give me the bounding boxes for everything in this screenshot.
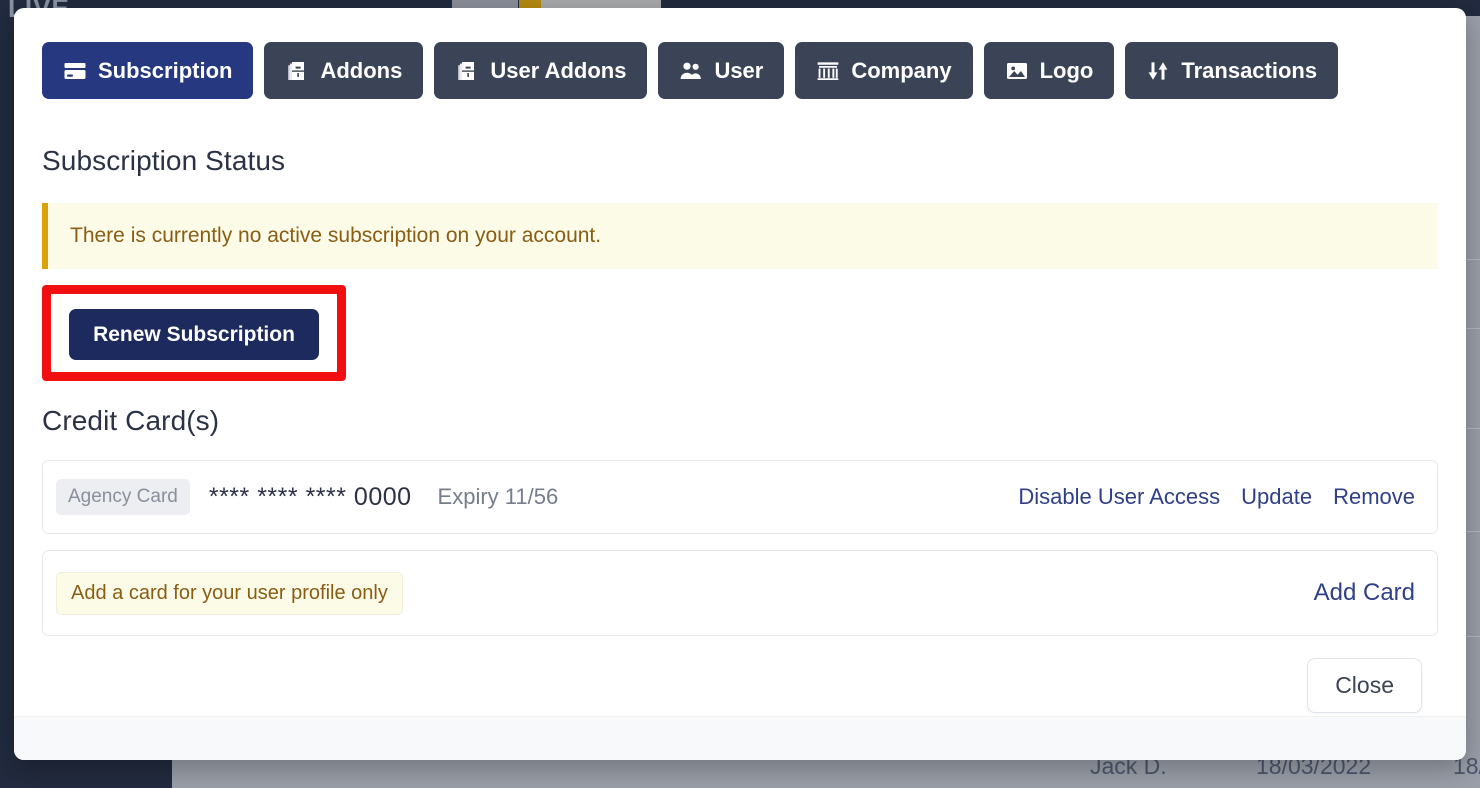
arrows-up-down-icon [1146, 59, 1170, 83]
tab-user[interactable]: User [658, 42, 785, 99]
tab-label: Logo [1039, 57, 1094, 83]
card-number: **** **** **** 0000 [208, 482, 412, 511]
tab-label: Transactions [1181, 57, 1318, 83]
add-card-row: Add a card for your user profile only Ad… [42, 550, 1438, 636]
tab-label: Company [851, 57, 952, 83]
modal-footer [14, 716, 1466, 760]
tab-label: User Addons [490, 57, 627, 83]
tab-transactions[interactable]: Transactions [1125, 42, 1339, 99]
renew-subscription-button[interactable]: Renew Subscription [69, 309, 319, 360]
archive-boxes-icon [285, 59, 309, 83]
add-card-link[interactable]: Add Card [1314, 579, 1415, 607]
remove-card-link[interactable]: Remove [1333, 484, 1415, 510]
tab-logo[interactable]: Logo [983, 42, 1115, 99]
tab-label: User [714, 57, 764, 83]
storefront-icon [816, 59, 840, 83]
no-subscription-alert: There is currently no active subscriptio… [42, 203, 1438, 269]
card-type-badge: Agency Card [56, 479, 190, 515]
users-icon [679, 59, 703, 83]
disable-user-access-link[interactable]: Disable User Access [1018, 484, 1220, 510]
renew-subscription-area: Renew Subscription [42, 285, 346, 381]
tab-label: Subscription [98, 57, 233, 83]
tab-label: Addons [320, 57, 403, 83]
credit-cards-heading: Credit Card(s) [42, 405, 220, 436]
close-button-area: Close [42, 658, 1438, 713]
alert-text: There is currently no active subscriptio… [70, 224, 602, 247]
tab-company[interactable]: Company [795, 42, 973, 99]
tab-addons[interactable]: Addons [264, 42, 424, 99]
card-expiry: Expiry 11/56 [437, 484, 559, 509]
image-icon [1005, 59, 1029, 83]
update-card-link[interactable]: Update [1241, 484, 1312, 510]
add-card-note: Add a card for your user profile only [56, 571, 403, 615]
credit-card-row: Agency Card **** **** **** 0000 Expiry 1… [42, 460, 1438, 534]
modal-body: Subscription Addons User Addons User Com… [14, 8, 1466, 716]
credit-card-icon [63, 59, 87, 83]
close-button[interactable]: Close [1307, 658, 1422, 713]
modal-tabbar: Subscription Addons User Addons User Com… [42, 42, 1438, 99]
tab-subscription[interactable]: Subscription [42, 42, 254, 99]
subscription-modal: Subscription Addons User Addons User Com… [14, 8, 1466, 760]
archive-boxes-icon [455, 59, 479, 83]
subscription-status-heading: Subscription Status [42, 145, 286, 176]
tab-user-addons[interactable]: User Addons [434, 42, 648, 99]
